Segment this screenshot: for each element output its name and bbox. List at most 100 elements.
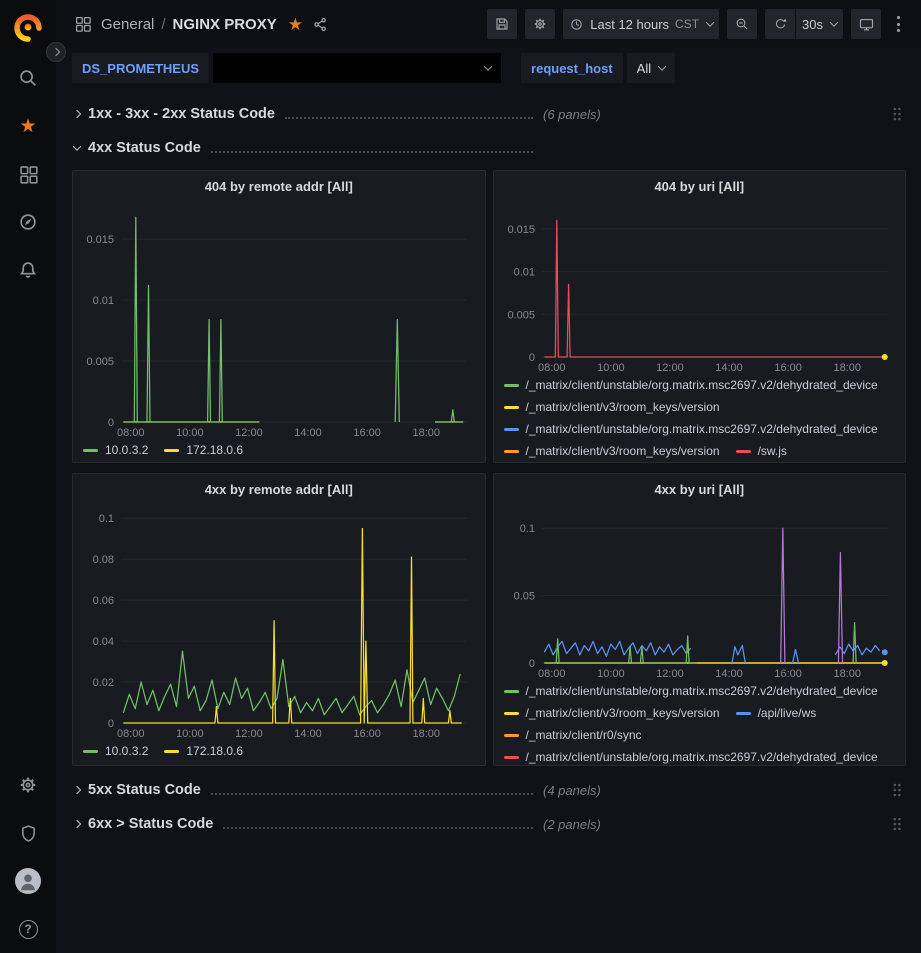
chevron-right-icon bbox=[73, 110, 81, 118]
legend-item[interactable]: /_matrix/client/v3/room_keys/version bbox=[504, 706, 720, 720]
svg-text:0: 0 bbox=[108, 718, 114, 730]
sidebar-item-profile[interactable] bbox=[0, 857, 56, 905]
topbar-actions: Last 12 hours CST 30s bbox=[487, 9, 907, 39]
legend-item[interactable]: /_matrix/client/v3/room_keys/version bbox=[504, 400, 720, 414]
favorite-star-icon[interactable]: ★ bbox=[288, 16, 303, 33]
time-range-picker[interactable]: Last 12 hours CST bbox=[563, 9, 719, 39]
breadcrumb-separator: / bbox=[161, 16, 165, 33]
legend-series-label: 172.18.0.6 bbox=[186, 744, 243, 758]
row-header-5xx[interactable]: 5xx Status Code (4 panels) bbox=[72, 776, 906, 804]
legend-item[interactable]: /_matrix/client/unstable/org.matrix.msc2… bbox=[504, 378, 878, 392]
legend-item[interactable]: 10.0.3.2 bbox=[83, 443, 148, 457]
legend-series-color bbox=[164, 750, 179, 753]
sidebar-item-search[interactable] bbox=[0, 54, 56, 102]
legend-series-color bbox=[736, 450, 751, 453]
svg-text:0.01: 0.01 bbox=[93, 295, 114, 307]
legend-item[interactable]: /_matrix/client/v3/room_keys/version bbox=[504, 444, 720, 458]
drag-handle-icon[interactable] bbox=[892, 816, 902, 832]
refresh-button[interactable] bbox=[765, 9, 795, 39]
svg-text:0: 0 bbox=[108, 417, 114, 429]
sidebar-item-dashboards[interactable] bbox=[0, 150, 56, 198]
svg-text:14:00: 14:00 bbox=[294, 728, 322, 740]
legend-series-label: /_matrix/client/v3/room_keys/version bbox=[526, 706, 720, 720]
row-title-wrap: 1xx - 3xx - 2xx Status Code bbox=[88, 106, 543, 122]
search-icon bbox=[17, 67, 39, 89]
legend-item[interactable]: /_matrix/client/unstable/org.matrix.msc2… bbox=[504, 422, 878, 436]
panel-title[interactable]: 404 by uri [All] bbox=[502, 177, 898, 197]
refresh-interval-picker[interactable]: 30s bbox=[796, 9, 843, 39]
row-header-6xx[interactable]: 6xx > Status Code (2 panels) bbox=[72, 810, 906, 838]
save-dashboard-button[interactable] bbox=[487, 9, 517, 39]
refresh-icon bbox=[773, 17, 788, 32]
sidebar-item-explore[interactable] bbox=[0, 198, 56, 246]
variable-label-request-host[interactable]: request_host bbox=[521, 53, 623, 83]
sidebar-item-starred[interactable]: ★ bbox=[0, 102, 56, 150]
panel-title[interactable]: 4xx by uri [All] bbox=[502, 480, 898, 500]
sidebar-item-configuration[interactable] bbox=[0, 761, 56, 809]
timeseries-chart: 00.050.108:0010:0012:0014:0016:0018:00 bbox=[502, 502, 898, 680]
svg-text:10:00: 10:00 bbox=[597, 362, 625, 374]
refresh-interval-label: 30s bbox=[802, 17, 823, 32]
row-title-wrap: 6xx > Status Code bbox=[88, 816, 543, 832]
svg-text:16:00: 16:00 bbox=[774, 668, 802, 680]
panel-404-by-uri[interactable]: 404 by uri [All] 00.0050.010.01508:0010:… bbox=[493, 170, 907, 463]
zoom-out-button[interactable] bbox=[727, 9, 757, 39]
svg-text:18:00: 18:00 bbox=[412, 728, 440, 740]
sidebar-item-server-admin[interactable] bbox=[0, 809, 56, 857]
legend-series-label: /_matrix/client/r0/sync bbox=[526, 728, 642, 742]
variable-value-datasource[interactable] bbox=[213, 53, 501, 83]
legend-item[interactable]: 172.18.0.6 bbox=[164, 443, 243, 457]
legend-series-label: 10.0.3.2 bbox=[105, 443, 148, 457]
row-panel-count: (4 panels) bbox=[543, 783, 601, 798]
legend-series-color bbox=[504, 428, 519, 431]
legend-item[interactable]: /_matrix/client/unstable/org.matrix.msc2… bbox=[504, 750, 878, 764]
svg-text:18:00: 18:00 bbox=[833, 362, 861, 374]
legend-item[interactable]: /_matrix/client/r0/sync bbox=[504, 728, 642, 742]
sidebar-item-alerting[interactable] bbox=[0, 246, 56, 294]
row-header-1xx-3xx-2xx[interactable]: 1xx - 3xx - 2xx Status Code (6 panels) bbox=[72, 100, 906, 128]
legend-item[interactable]: 172.18.0.6 bbox=[164, 744, 243, 758]
svg-text:16:00: 16:00 bbox=[774, 362, 802, 374]
legend-series-color bbox=[83, 750, 98, 753]
panel-404-by-remote-addr[interactable]: 404 by remote addr [All] 00.0050.010.015… bbox=[72, 170, 486, 463]
svg-text:14:00: 14:00 bbox=[715, 668, 743, 680]
panel-4xx-by-uri[interactable]: 4xx by uri [All] 00.050.108:0010:0012:00… bbox=[493, 473, 907, 766]
dashboard-settings-button[interactable] bbox=[525, 9, 555, 39]
shield-icon bbox=[18, 823, 39, 844]
chevron-right-icon bbox=[52, 48, 60, 56]
svg-text:12:00: 12:00 bbox=[235, 427, 263, 439]
tv-mode-button[interactable] bbox=[851, 9, 881, 39]
svg-text:08:00: 08:00 bbox=[117, 728, 145, 740]
panel-4xx-by-remote-addr[interactable]: 4xx by remote addr [All] 00.020.040.060.… bbox=[72, 473, 486, 766]
breadcrumb: General / NGINX PROXY bbox=[101, 16, 277, 33]
sidebar-expand-button[interactable] bbox=[46, 42, 66, 62]
svg-text:0.06: 0.06 bbox=[93, 595, 114, 607]
kebab-menu-icon[interactable] bbox=[889, 9, 907, 39]
panel-title[interactable]: 404 by remote addr [All] bbox=[81, 177, 477, 197]
legend-item[interactable]: /api/live/ws bbox=[736, 706, 817, 720]
row-header-4xx[interactable]: 4xx Status Code bbox=[72, 134, 906, 162]
svg-text:0.1: 0.1 bbox=[99, 513, 114, 525]
legend-item[interactable]: 10.0.3.2 bbox=[83, 744, 148, 758]
legend-series-color bbox=[83, 449, 98, 452]
svg-text:18:00: 18:00 bbox=[833, 668, 861, 680]
refresh-group: 30s bbox=[765, 9, 843, 39]
variable-label-datasource[interactable]: DS_PROMETHEUS bbox=[72, 53, 209, 83]
drag-handle-icon[interactable] bbox=[892, 106, 902, 122]
svg-text:08:00: 08:00 bbox=[117, 427, 145, 439]
panel-title[interactable]: 4xx by remote addr [All] bbox=[81, 480, 477, 500]
sidebar-item-help[interactable]: ? bbox=[0, 905, 56, 953]
legend-item[interactable]: /_matrix/client/unstable/org.matrix.msc2… bbox=[504, 684, 878, 698]
legend-item[interactable]: /sw.js bbox=[736, 444, 787, 458]
legend-series-label: /_matrix/client/unstable/org.matrix.msc2… bbox=[526, 750, 878, 764]
svg-text:0.04: 0.04 bbox=[93, 636, 114, 648]
svg-text:16:00: 16:00 bbox=[353, 728, 381, 740]
row-dotted-line bbox=[223, 820, 533, 829]
share-icon[interactable] bbox=[312, 16, 329, 33]
drag-handle-icon[interactable] bbox=[892, 782, 902, 798]
variable-value-request-host[interactable]: All bbox=[627, 53, 675, 83]
svg-text:10:00: 10:00 bbox=[176, 728, 204, 740]
svg-text:18:00: 18:00 bbox=[412, 427, 440, 439]
svg-text:12:00: 12:00 bbox=[235, 728, 263, 740]
breadcrumb-folder[interactable]: General bbox=[101, 16, 154, 33]
